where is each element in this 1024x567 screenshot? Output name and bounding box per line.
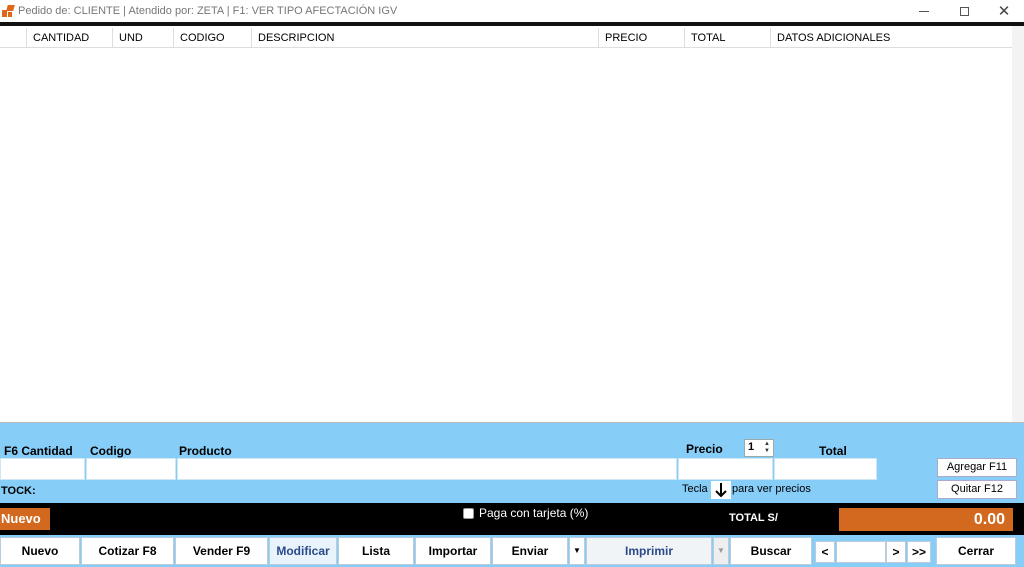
column-header-total[interactable]: TOTAL xyxy=(684,28,770,48)
column-header-und[interactable]: UND xyxy=(112,28,173,48)
prev-button[interactable]: < xyxy=(815,541,835,563)
column-header-descripcion[interactable]: DESCRIPCION xyxy=(251,28,598,48)
close-window-button[interactable]: ✕ xyxy=(984,0,1024,22)
cotizar-button[interactable]: Cotizar F8 xyxy=(81,537,174,565)
app-logo-icon xyxy=(2,5,15,17)
codigo-label: Codigo xyxy=(90,444,132,458)
record-number-input[interactable] xyxy=(836,541,886,563)
total-label: Total xyxy=(819,444,847,458)
ver-precios-label: para ver precios xyxy=(732,483,811,495)
column-header-codigo[interactable]: CODIGO xyxy=(173,28,251,48)
column-header-precio[interactable]: PRECIO xyxy=(598,28,684,48)
quitar-button[interactable]: Quitar F12 xyxy=(937,480,1017,499)
enviar-button[interactable]: Enviar xyxy=(492,537,568,565)
imprimir-dropdown-icon[interactable]: ▼ xyxy=(713,537,729,565)
tecla-label: Tecla xyxy=(682,483,708,495)
nuevo-button[interactable]: Nuevo xyxy=(0,537,80,565)
precio-input[interactable] xyxy=(678,458,773,480)
entry-panel: F6 Cantidad Codigo Producto Precio 1 ▲ ▼… xyxy=(0,423,1024,503)
grand-total-label: TOTAL S/ xyxy=(729,512,778,524)
stepper-down-icon[interactable]: ▼ xyxy=(762,448,772,455)
grid-header: CANTIDAD UND CODIGO DESCRIPCION PRECIO T… xyxy=(0,28,1012,48)
stock-label: TOCK: xyxy=(1,485,36,497)
next-button[interactable]: > xyxy=(886,541,906,563)
total-input[interactable] xyxy=(774,458,877,480)
grid-scrollbar[interactable] xyxy=(1012,26,1024,422)
maximize-button[interactable] xyxy=(944,0,984,22)
paga-tarjeta-checkbox[interactable]: Paga con tarjeta (%) xyxy=(463,506,588,520)
window-title: Pedido de: CLIENTE | Atendido por: ZETA … xyxy=(18,5,398,17)
lista-button[interactable]: Lista xyxy=(338,537,414,565)
cantidad-input[interactable] xyxy=(0,458,85,480)
precio-label: Precio xyxy=(686,442,723,456)
order-items-grid[interactable]: CANTIDAD UND CODIGO DESCRIPCION PRECIO T… xyxy=(0,26,1024,423)
grand-total-value: 0.00 xyxy=(839,508,1013,531)
importar-button[interactable]: Importar xyxy=(415,537,491,565)
producto-input[interactable] xyxy=(177,458,677,480)
agregar-button[interactable]: Agregar F11 xyxy=(937,458,1017,477)
price-list-value: 1 xyxy=(748,441,755,453)
checkbox-icon[interactable] xyxy=(463,507,474,519)
cantidad-label: F6 Cantidad xyxy=(4,444,73,458)
paga-tarjeta-label: Paga con tarjeta (%) xyxy=(479,506,589,520)
imprimir-button[interactable]: Imprimir xyxy=(586,537,712,565)
codigo-input[interactable] xyxy=(86,458,176,480)
bottom-toolbar: Nuevo Cotizar F8 Vender F9 Modificar Lis… xyxy=(0,535,1024,567)
buscar-button[interactable]: Buscar xyxy=(730,537,812,565)
vender-button[interactable]: Vender F9 xyxy=(175,537,268,565)
window-controls: ✕ xyxy=(904,0,1024,22)
mode-badge: Nuevo xyxy=(0,508,50,530)
minimize-button[interactable] xyxy=(904,0,944,22)
cerrar-button[interactable]: Cerrar xyxy=(936,537,1016,565)
title-bar: Pedido de: CLIENTE | Atendido por: ZETA … xyxy=(0,0,1024,22)
producto-label: Producto xyxy=(179,444,232,458)
close-icon: ✕ xyxy=(997,3,1011,20)
status-bar: Nuevo Paga con tarjeta (%) TOTAL S/ 0.00 xyxy=(0,503,1024,535)
modificar-button[interactable]: Modificar xyxy=(269,537,337,565)
minimize-icon xyxy=(919,10,929,12)
column-header-datos-adicionales[interactable]: DATOS ADICIONALES xyxy=(770,28,1012,48)
stepper-arrows[interactable]: ▲ ▼ xyxy=(762,441,772,455)
column-header-cantidad[interactable]: CANTIDAD xyxy=(26,28,112,48)
maximize-icon xyxy=(959,6,969,16)
enviar-dropdown-icon[interactable]: ▼ xyxy=(569,537,585,565)
arrow-down-icon xyxy=(711,481,731,499)
price-list-stepper[interactable]: 1 ▲ ▼ xyxy=(744,439,774,457)
last-button[interactable]: >> xyxy=(907,541,931,563)
stepper-up-icon[interactable]: ▲ xyxy=(762,441,772,448)
